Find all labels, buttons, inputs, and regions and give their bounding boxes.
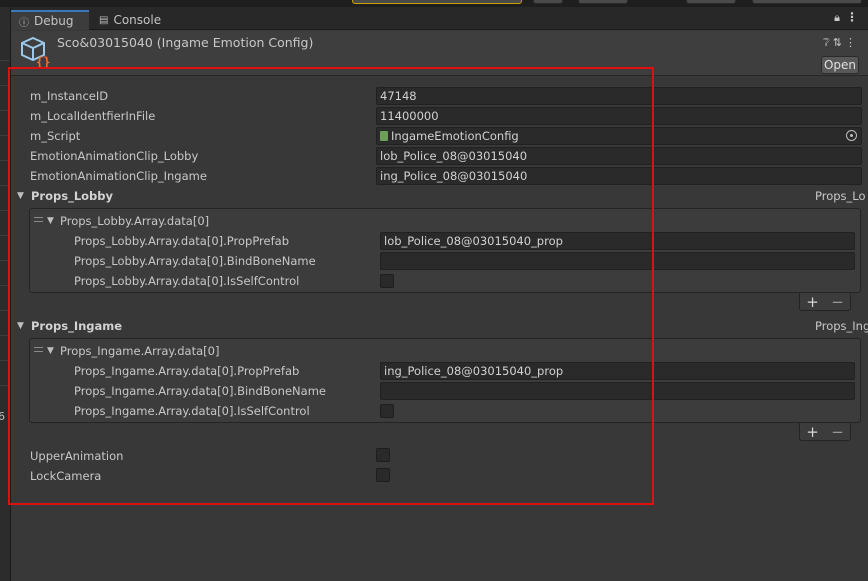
foldout-arrow-icon[interactable]: ▼ xyxy=(47,216,54,226)
object-title: Sco&03015040 (Ingame Emotion Config) xyxy=(57,35,314,50)
lobby-bind-bone-field[interactable] xyxy=(380,252,855,270)
props-ingame-size-label: Props_Ing xyxy=(815,319,868,333)
add-element-button[interactable]: + xyxy=(804,293,822,311)
tab-label: Debug xyxy=(34,14,74,28)
add-element-button[interactable]: + xyxy=(804,423,822,441)
upper-animation-checkbox[interactable] xyxy=(376,448,390,462)
field-label: m_LocalIdentfierInFile xyxy=(30,109,156,123)
toolbar-button[interactable] xyxy=(352,0,522,4)
ingame-bind-bone-field[interactable] xyxy=(380,382,855,400)
lobby-self-control-checkbox[interactable] xyxy=(380,274,394,288)
lock-camera-checkbox[interactable] xyxy=(376,468,390,482)
props-ingame-foldout[interactable]: Props_Ingame xyxy=(31,319,122,333)
more-menu-icon[interactable]: ⋮ xyxy=(846,10,858,24)
ingame-self-control-checkbox[interactable] xyxy=(380,404,394,418)
open-button[interactable]: Open xyxy=(821,56,859,74)
field-label: Props_Lobby.Array.data[0].IsSelfControl xyxy=(74,274,300,288)
ingame-prop-prefab-field[interactable]: ing_Police_08@03015040_prop xyxy=(380,362,855,380)
field-label: m_InstanceID xyxy=(30,89,109,103)
lock-icon[interactable]: 🔒︎ xyxy=(834,11,840,25)
field-label: Props_Lobby.Array.data[0].BindBoneName xyxy=(74,254,316,268)
info-icon: ⓘ xyxy=(19,17,29,29)
props-lobby-foldout[interactable]: Props_Lobby xyxy=(31,189,113,203)
field-label: Props_Ingame.Array.data[0].BindBoneName xyxy=(74,384,326,398)
script-value: IngameEmotionConfig xyxy=(391,129,519,143)
lobby-clip-field[interactable]: lob_Police_08@03015040 xyxy=(376,147,862,165)
toolbar-button[interactable] xyxy=(752,0,862,4)
inspector-content: m_InstanceID 47148 m_LocalIdentfierInFil… xyxy=(11,77,868,581)
list-element[interactable]: Props_Ingame.Array.data[0] xyxy=(60,344,219,358)
remove-element-button[interactable]: − xyxy=(829,423,847,441)
props-lobby-size-label: Props_Lo xyxy=(815,189,866,203)
field-label: m_Script xyxy=(30,129,81,143)
ingame-clip-field[interactable]: ing_Police_08@03015040 xyxy=(376,167,862,185)
settings-icon[interactable]: ⇅ xyxy=(833,36,845,49)
list-element[interactable]: Props_Lobby.Array.data[0] xyxy=(60,214,209,228)
script-file-icon xyxy=(380,131,388,141)
remove-element-button[interactable]: − xyxy=(829,293,847,311)
left-panel-text: 6 xyxy=(0,410,5,423)
top-toolbar-strip xyxy=(0,0,868,7)
tab-label: Console xyxy=(113,13,162,27)
lobby-list-buttons: + − xyxy=(799,293,851,311)
tab-debug[interactable]: ⓘ Debug xyxy=(11,10,89,30)
field-label: Props_Ingame.Array.data[0].PropPrefab xyxy=(74,364,300,378)
lobby-prop-prefab-field[interactable]: lob_Police_08@03015040_prop xyxy=(380,232,855,250)
field-label: Props_Lobby.Array.data[0].PropPrefab xyxy=(74,234,290,248)
inspector-header: {} Sco&03015040 (Ingame Emotion Config) … xyxy=(11,31,868,76)
script-field[interactable]: IngameEmotionConfig xyxy=(376,127,862,145)
field-label: LockCamera xyxy=(30,469,102,483)
foldout-arrow-icon[interactable]: ▼ xyxy=(17,321,24,331)
toolbar-button[interactable] xyxy=(533,0,563,4)
scriptable-object-icon: {} xyxy=(21,36,50,69)
instance-id-field[interactable]: 47148 xyxy=(376,87,862,105)
header-icons[interactable]: ❔︎⇅⋮ xyxy=(823,36,859,50)
tab-console[interactable]: ▤ Console xyxy=(91,10,173,30)
ingame-list-buttons: + − xyxy=(799,423,851,441)
tab-bar: ⓘ Debug ▤ Console 🔒︎ ⋮ xyxy=(11,7,868,30)
field-label: EmotionAnimationClip_Ingame xyxy=(30,169,207,183)
field-label: Props_Ingame.Array.data[0].IsSelfControl xyxy=(74,404,310,418)
object-picker-icon[interactable] xyxy=(846,130,857,141)
more-icon[interactable]: ⋮ xyxy=(845,36,859,49)
foldout-arrow-icon[interactable]: ▼ xyxy=(47,346,54,356)
field-label: EmotionAnimationClip_Lobby xyxy=(30,149,199,163)
field-label: UpperAnimation xyxy=(30,449,124,463)
drag-handle-icon[interactable] xyxy=(34,217,43,222)
toolbar-button[interactable] xyxy=(686,0,736,4)
svg-text:{}: {} xyxy=(36,55,50,69)
drag-handle-icon[interactable] xyxy=(34,347,43,352)
console-icon: ▤ xyxy=(99,14,109,26)
local-identifier-field[interactable]: 11400000 xyxy=(376,107,862,125)
props-lobby-list: ▼ Props_Lobby.Array.data[0] Props_Lobby.… xyxy=(29,208,861,293)
help-icon[interactable]: ❔︎ xyxy=(823,36,833,49)
foldout-arrow-icon[interactable]: ▼ xyxy=(17,191,24,201)
toolbar-button[interactable] xyxy=(578,0,628,4)
left-panel: 6 xyxy=(0,7,11,581)
props-ingame-list: ▼ Props_Ingame.Array.data[0] Props_Ingam… xyxy=(29,338,861,423)
